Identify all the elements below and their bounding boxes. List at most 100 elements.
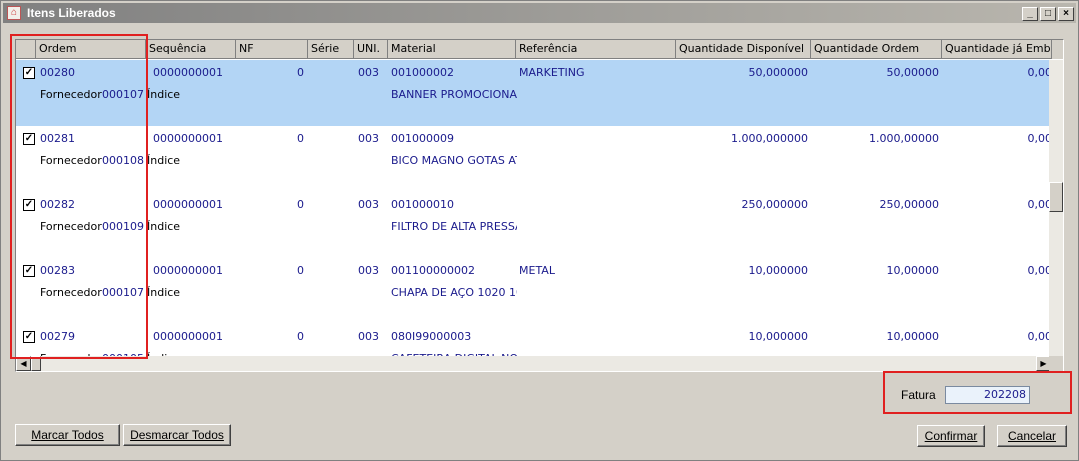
fornecedor-value: 000107 [102, 88, 144, 101]
quantidade-embarcada: 0,00 [1027, 132, 1052, 145]
nf-value: 0 [297, 264, 304, 277]
quantidade-ordem: 1.000,00000 [869, 132, 939, 145]
vertical-scroll-thumb[interactable] [1049, 182, 1063, 212]
header-select-cell [16, 40, 36, 59]
row-checkbox[interactable]: ✓ [23, 331, 35, 343]
material-value: 001000010 [391, 198, 454, 211]
close-button[interactable]: × [1058, 7, 1074, 21]
ordem-value: 00279 [40, 330, 75, 343]
title-bar: ⌂ Itens Liberados _ □ × [3, 3, 1076, 23]
sequencia-value: 0000000001 [153, 132, 223, 145]
material-value: 001000002 [391, 66, 454, 79]
column-header-qord[interactable]: Quantidade Ordem [811, 40, 942, 59]
nf-value: 0 [297, 66, 304, 79]
column-header-ordem[interactable]: Ordem [36, 40, 146, 59]
quantidade-embarcada: 0,00 [1027, 330, 1052, 343]
row-checkbox[interactable]: ✓ [23, 67, 35, 79]
column-header-nf[interactable]: NF [236, 40, 308, 59]
confirmar-label: Confirmar [924, 429, 978, 443]
sequencia-value: 0000000001 [153, 66, 223, 79]
column-header-qemb[interactable]: Quantidade já Embarc [942, 40, 1052, 59]
material-value: 080I99000003 [391, 330, 472, 343]
indice-label: Índice [147, 154, 181, 167]
material-value: 001000009 [391, 132, 454, 145]
referencia-value: METAL [519, 264, 555, 277]
quantidade-embarcada: 0,00 [1027, 264, 1052, 277]
cancelar-button[interactable]: Cancelar [997, 425, 1067, 447]
grid-header: Ordem Sequência NF Série UNI. Material Referên… [16, 40, 1063, 59]
fornecedor-label: Fornecedor [40, 220, 102, 233]
column-header-seq[interactable]: Sequência [146, 40, 236, 59]
scroll-left-arrow-icon[interactable]: ◀ [16, 356, 31, 371]
maximize-button[interactable]: □ [1040, 7, 1056, 21]
material-description: BICO MAGNO GOTAS ATO [391, 154, 517, 167]
app-icon: ⌂ [7, 6, 21, 20]
material-description: BANNER PROMOCIONAL [391, 88, 517, 101]
material-description: FILTRO DE ALTA PRESSAO [391, 220, 517, 233]
material-description: CHAPA DE AÇO 1020 1000 [391, 286, 517, 299]
uni-value: 003 [358, 66, 379, 79]
row-checkbox[interactable]: ✓ [23, 265, 35, 277]
ordem-value: 00283 [40, 264, 75, 277]
desmarcar-todos-button[interactable]: Desmarcar Todos [123, 424, 231, 446]
fornecedor-label: Fornecedor [40, 154, 102, 167]
cancelar-label: Cancelar [1007, 429, 1057, 443]
quantidade-ordem: 250,00000 [879, 198, 940, 211]
sequencia-value: 0000000001 [153, 198, 223, 211]
table-row[interactable]: ✓ 00283 Fornecedor 000107 0000000001 Índice 0 0… [16, 258, 1051, 324]
window-title: Itens Liberados [27, 6, 116, 20]
column-header-ref[interactable]: Referência [516, 40, 676, 59]
nf-value: 0 [297, 330, 304, 343]
quantidade-disponivel: 250,000000 [741, 198, 808, 211]
horizontal-scrollbar[interactable]: ◀ ▶ [16, 356, 1051, 371]
ordem-value: 00282 [40, 198, 75, 211]
ordem-value: 00280 [40, 66, 75, 79]
quantidade-embarcada: 0,00 [1027, 66, 1052, 79]
fornecedor-label: Fornecedor [40, 286, 102, 299]
nf-value: 0 [297, 198, 304, 211]
column-header-material[interactable]: Material [388, 40, 516, 59]
horizontal-scroll-thumb[interactable] [31, 356, 41, 371]
fatura-input[interactable]: 202208 [945, 386, 1030, 404]
referencia-value: MARKETING [519, 66, 585, 79]
quantidade-ordem: 10,00000 [886, 330, 940, 343]
material-value: 001100000002 [391, 264, 475, 277]
minimize-button[interactable]: _ [1022, 7, 1038, 21]
column-header-qdisp[interactable]: Quantidade Disponível [676, 40, 811, 59]
fornecedor-label: Fornecedor [40, 88, 102, 101]
uni-value: 003 [358, 198, 379, 211]
sequencia-value: 0000000001 [153, 330, 223, 343]
column-header-uni[interactable]: UNI. [354, 40, 388, 59]
vertical-scrollbar[interactable] [1049, 60, 1063, 357]
quantidade-disponivel: 10,000000 [748, 330, 809, 343]
indice-label: Índice [147, 220, 181, 233]
uni-value: 003 [358, 132, 379, 145]
row-checkbox[interactable]: ✓ [23, 199, 35, 211]
marcar-todos-button[interactable]: Marcar Todos [15, 424, 120, 446]
quantidade-disponivel: 10,000000 [748, 264, 809, 277]
sequencia-value: 0000000001 [153, 264, 223, 277]
items-grid[interactable]: Ordem Sequência NF Série UNI. Material Referên… [15, 39, 1064, 372]
fornecedor-value: 000109 [102, 220, 144, 233]
grid-rows: ✓ 00280 Fornecedor 000107 0000000001 Índice 0 0… [16, 60, 1051, 357]
ordem-value: 00281 [40, 132, 75, 145]
column-header-serie[interactable]: Série [308, 40, 354, 59]
quantidade-disponivel: 1.000,000000 [731, 132, 808, 145]
uni-value: 003 [358, 330, 379, 343]
indice-label: Índice [147, 88, 181, 101]
table-row[interactable]: ✓ 00280 Fornecedor 000107 0000000001 Índice 0 0… [16, 60, 1051, 126]
quantidade-disponivel: 50,000000 [748, 66, 809, 79]
marcar-todos-label: Marcar Todos [31, 428, 104, 442]
quantidade-embarcada: 0,00 [1027, 198, 1052, 211]
table-row[interactable]: ✓ 00281 Fornecedor 000108 0000000001 Índice 0 0… [16, 126, 1051, 192]
fatura-label: Fatura [901, 388, 936, 402]
uni-value: 003 [358, 264, 379, 277]
nf-value: 0 [297, 132, 304, 145]
table-row[interactable]: ✓ 00282 Fornecedor 000109 0000000001 Índice 0 0… [16, 192, 1051, 258]
desmarcar-todos-label: Desmarcar Todos [130, 428, 224, 442]
quantidade-ordem: 10,00000 [886, 264, 940, 277]
confirmar-button[interactable]: Confirmar [917, 425, 985, 447]
row-checkbox[interactable]: ✓ [23, 133, 35, 145]
table-row[interactable]: ✓00279Fornecedor0001050000000001Índice00… [16, 324, 1051, 357]
scrollbar-corner [1049, 356, 1063, 371]
